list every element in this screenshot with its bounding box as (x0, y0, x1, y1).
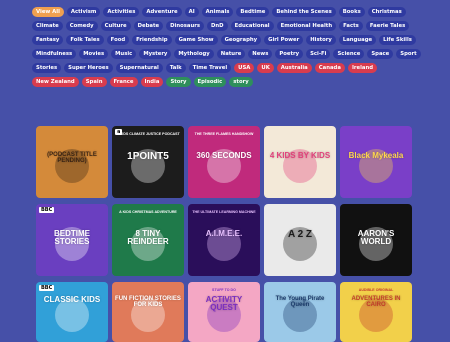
card-title: A.I.M.E.E. (205, 229, 243, 238)
podcast-card[interactable]: AARON'S WORLD (340, 204, 412, 276)
tag-sport[interactable]: Sport (396, 49, 421, 59)
podcast-card[interactable]: A KIDS CHRISTMAS ADVENTURE 8 TINY REINDEE… (112, 204, 184, 276)
tag-supernatural[interactable]: Supernatural (115, 63, 163, 73)
tag-mindfulness[interactable]: Mindfulness (32, 49, 77, 59)
podcast-card[interactable]: THE THREE FLAMES HANDSHOW 360 SECONDS (188, 126, 260, 198)
tag-science[interactable]: Science (333, 49, 365, 59)
tag-movies[interactable]: Movies (79, 49, 109, 59)
tag-bedtime[interactable]: Bedtime (236, 7, 270, 17)
card-subtitle: THE THREE FLAMES HANDSHOW (194, 132, 254, 136)
tag-life-skills[interactable]: Life Skills (379, 35, 416, 45)
podcast-card[interactable]: BBC BEDTIME STORIES (36, 204, 108, 276)
podcast-card[interactable]: AUDIBLE ORIGINAL ADVENTURES IN CAIRO (340, 282, 412, 342)
card-title: A 2 Z (287, 229, 313, 240)
podcast-card[interactable]: STUFF TO DO ACTIVITY QUEST (188, 282, 260, 342)
tag-poetry[interactable]: Poetry (275, 49, 304, 59)
card-subtitle: AUDIBLE ORIGINAL (358, 288, 394, 292)
tag-fantasy[interactable]: Fantasy (32, 35, 64, 45)
tag-books[interactable]: Books (338, 7, 365, 17)
tag-dinosaurs[interactable]: Dinosaurs (166, 21, 204, 31)
tag-behind-the-scenes[interactable]: Behind the Scenes (272, 7, 336, 17)
podcast-card[interactable]: A 2 Z (264, 204, 336, 276)
podcast-card[interactable]: (PODCAST TITLE PENDING) (36, 126, 108, 198)
podcast-card[interactable]: 4 KIDS BY KIDS (264, 126, 336, 198)
tag-climate[interactable]: Climate (32, 21, 63, 31)
card-title: ACTIVITY QUEST (205, 295, 243, 313)
tag-language[interactable]: Language (338, 35, 377, 45)
tag-australia[interactable]: Australia (276, 63, 312, 73)
tag-activities[interactable]: Activities (103, 7, 140, 17)
card-subtitle: A KIDS CHRISTMAS ADVENTURE (119, 210, 177, 214)
tag-geography[interactable]: Geography (220, 35, 262, 45)
card-title: The Young Pirate Queen (275, 296, 325, 309)
tag-sci-fi[interactable]: Sci-Fi (306, 49, 331, 59)
card-title: FUN FICTION STORIES FOR KIDS (115, 296, 181, 309)
tag-usa[interactable]: USA (234, 63, 255, 73)
card-subtitle: A KIDS CLIMATE JUSTICE PODCAST (116, 132, 180, 136)
tag-girl-power[interactable]: Girl Power (264, 35, 304, 45)
podcast-card[interactable]: THE ULTIMATE LEARNING MACHINE A.I.M.E.E. (188, 204, 260, 276)
tag-ai[interactable]: AI (184, 7, 199, 17)
tag-facts[interactable]: Facts (339, 21, 363, 31)
card-title: 1POINT5 (127, 151, 169, 162)
tag-food[interactable]: Food (106, 35, 130, 45)
tag-uk[interactable]: UK (257, 63, 274, 73)
tag-debate[interactable]: Debate (133, 21, 164, 31)
tag-emotional-health[interactable]: Emotional Health (276, 21, 337, 31)
tag-animals[interactable]: Animals (201, 7, 234, 17)
card-title: Black Mykeala (348, 151, 404, 160)
tag-story[interactable]: Story (166, 77, 191, 87)
tag-friendship[interactable]: Friendship (132, 35, 172, 45)
tag-comedy[interactable]: Comedy (65, 21, 98, 31)
card-title: CLASSIC KIDS (43, 295, 101, 304)
tag-culture[interactable]: Culture (100, 21, 131, 31)
tag-mythology[interactable]: Mythology (174, 49, 214, 59)
tag-music[interactable]: Music (111, 49, 137, 59)
tag-mystery[interactable]: Mystery (139, 49, 172, 59)
tag-space[interactable]: Space (367, 49, 394, 59)
card-title: 8 TINY REINDEER (127, 229, 169, 247)
tag-educational[interactable]: Educational (230, 21, 274, 31)
tag-new-zealand[interactable]: New Zealand (32, 77, 79, 87)
tag-folk-tales[interactable]: Folk Tales (66, 35, 104, 45)
card-title: 4 KIDS BY KIDS (269, 151, 331, 160)
tag-stories[interactable]: Stories (32, 63, 62, 73)
tag-spain[interactable]: Spain (81, 77, 107, 87)
tag-time-travel[interactable]: Time Travel (188, 63, 232, 73)
tag-france[interactable]: France (109, 77, 138, 87)
category-filter-bar: View All Activism Activities Adventure AI Ani… (32, 7, 422, 87)
tag-game-show[interactable]: Game Show (174, 35, 218, 45)
card-title: AARON'S WORLD (357, 229, 395, 247)
podcast-card[interactable]: aA KIDS CLIMATE JUSTICE PODCAST 1POINT5 (112, 126, 184, 198)
tag-faerie-tales[interactable]: Faerie Tales (365, 21, 410, 31)
tag-view-all[interactable]: View All (32, 7, 64, 17)
podcast-card[interactable]: FUN FICTION STORIES FOR KIDS (112, 282, 184, 342)
tag-nature[interactable]: Nature (216, 49, 246, 59)
card-title: 360 SECONDS (196, 151, 252, 160)
card-subtitle: STUFF TO DO (212, 288, 236, 292)
publisher-badge: BBC (39, 285, 55, 291)
card-title: (PODCAST TITLE PENDING) (47, 152, 97, 165)
card-title: ADVENTURES IN CAIRO (351, 296, 401, 309)
podcast-grid: (PODCAST TITLE PENDING) a A KIDS CLIMATE J… (36, 126, 412, 342)
tag-history[interactable]: History (306, 35, 336, 45)
tag-episodic[interactable]: Episodic (193, 77, 227, 87)
tag-talk[interactable]: Talk (165, 63, 186, 73)
podcast-card[interactable]: The Young Pirate Queen (264, 282, 336, 342)
podcast-card[interactable]: Black Mykeala (340, 126, 412, 198)
tag-india[interactable]: India (140, 77, 164, 87)
card-subtitle: THE ULTIMATE LEARNING MACHINE (192, 210, 256, 214)
tag-story[interactable]: story (229, 77, 253, 87)
tag-activism[interactable]: Activism (66, 7, 101, 17)
card-title: BEDTIME STORIES (54, 229, 90, 247)
tag-adventure[interactable]: Adventure (142, 7, 182, 17)
tag-dnd[interactable]: DnD (207, 21, 228, 31)
tag-super-heroes[interactable]: Super Heroes (64, 63, 113, 73)
publisher-badge: BBC (39, 207, 55, 213)
tag-christmas[interactable]: Christmas (367, 7, 406, 17)
tag-ireland[interactable]: Ireland (347, 63, 378, 73)
tag-news[interactable]: News (248, 49, 273, 59)
podcast-card[interactable]: BBC CLASSIC KIDS (36, 282, 108, 342)
tag-canada[interactable]: Canada (314, 63, 345, 73)
